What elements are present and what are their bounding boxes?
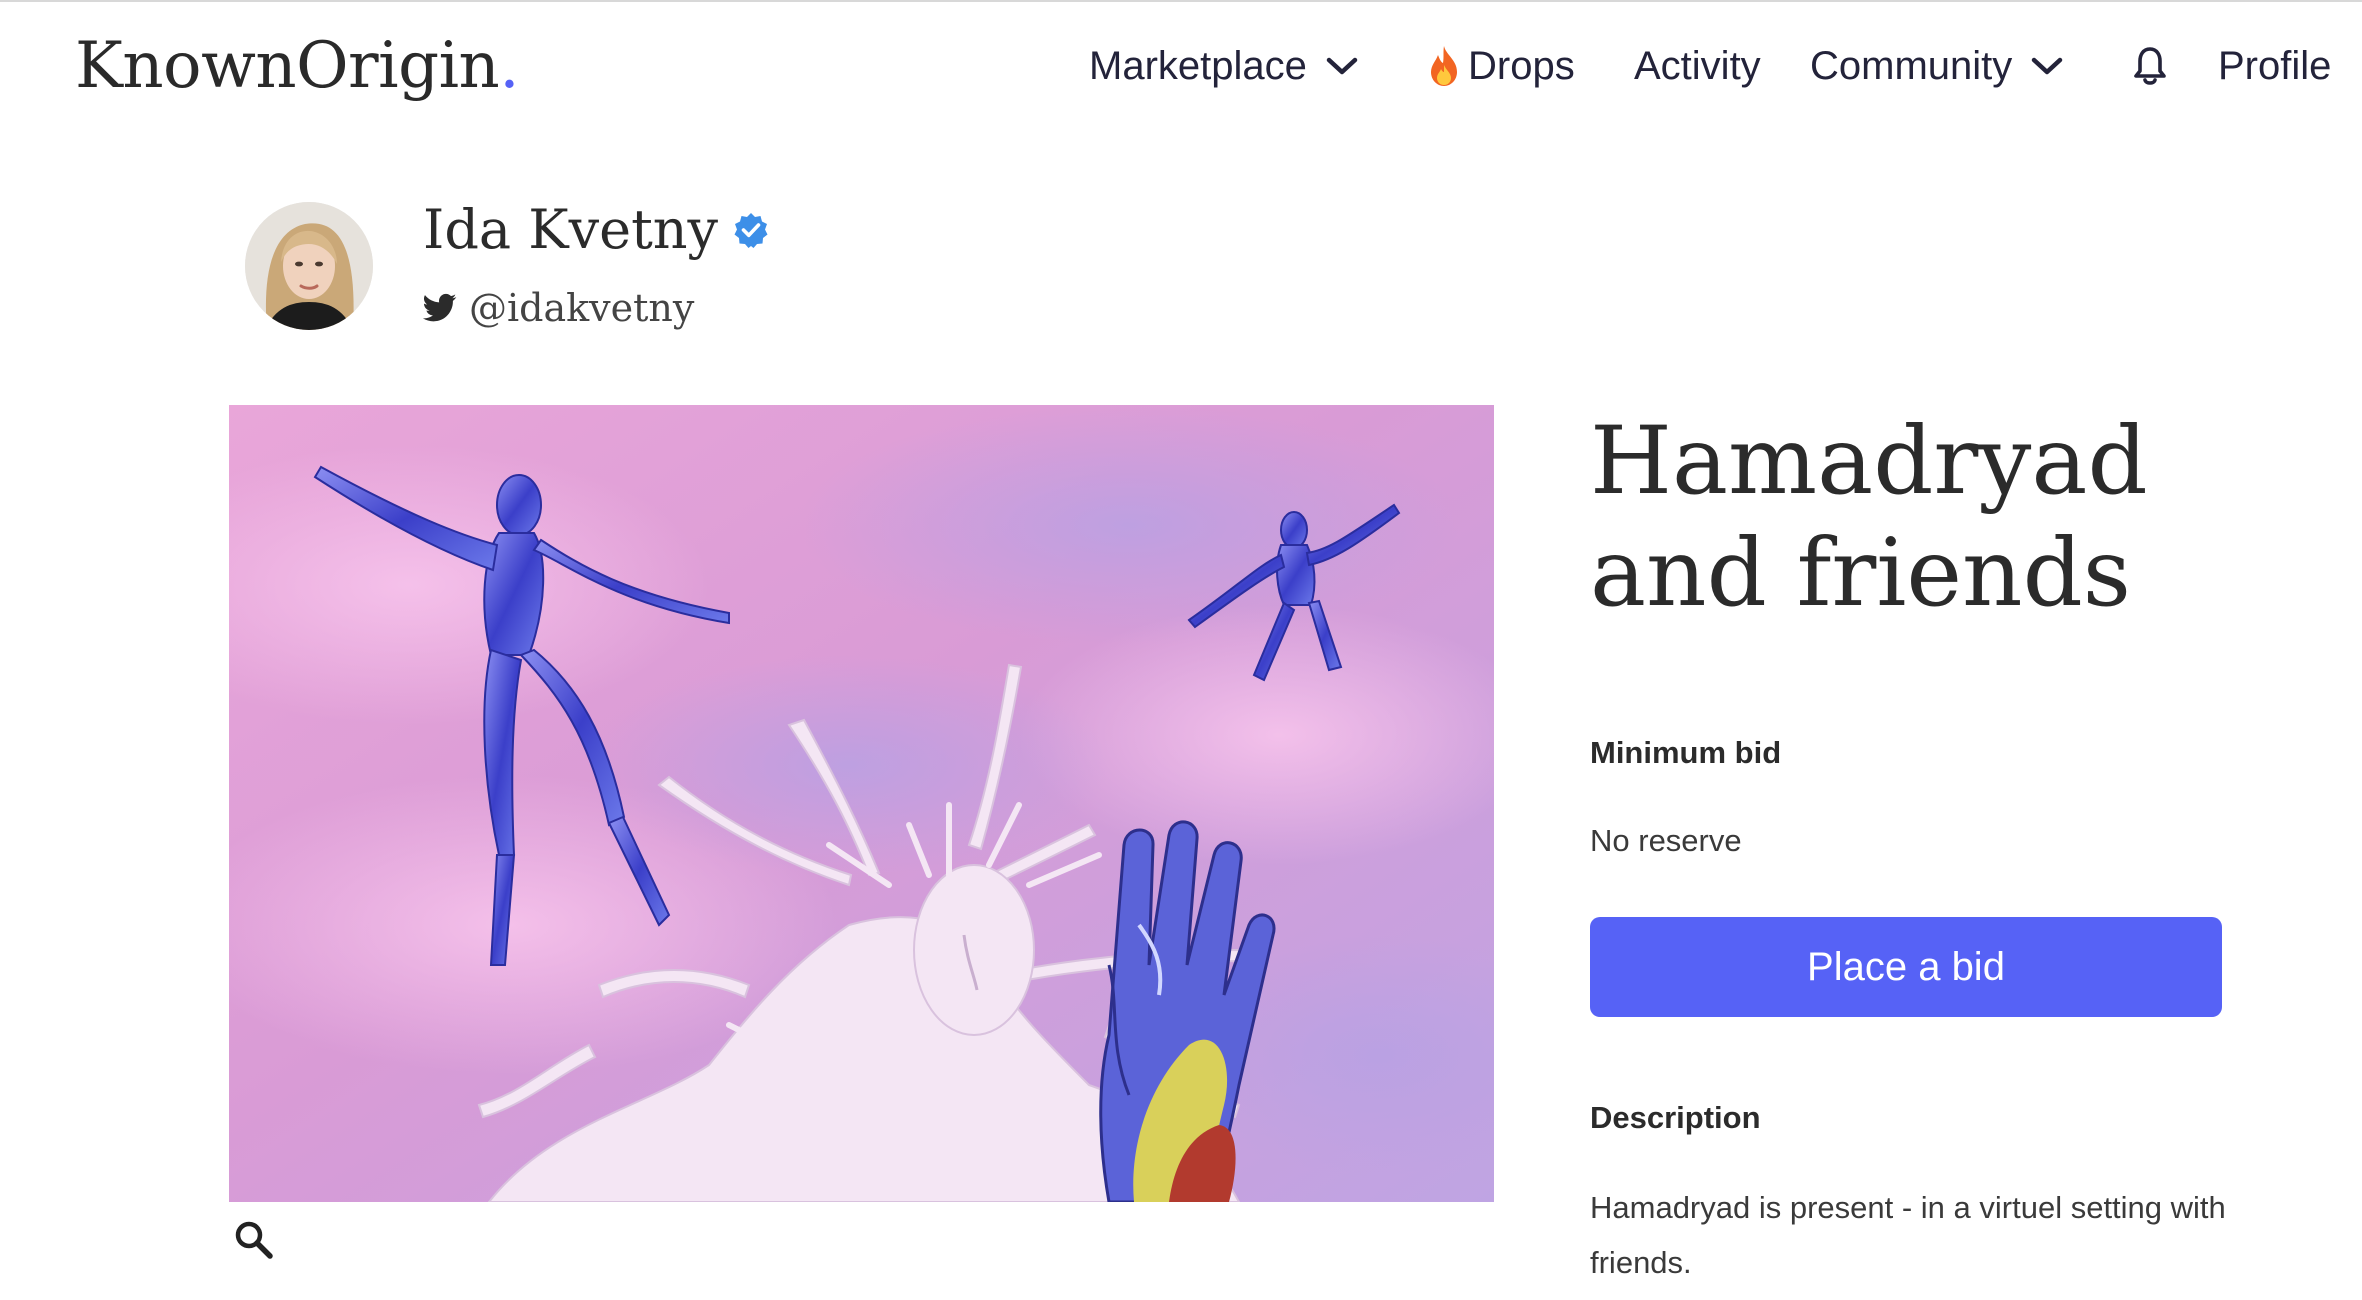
site-logo[interactable]: KnownOrigin.: [75, 22, 520, 110]
twitter-icon: [423, 293, 457, 323]
nav-community-label: Community: [1810, 43, 2013, 88]
nav-marketplace[interactable]: Marketplace: [1089, 44, 1359, 89]
place-bid-button[interactable]: Place a bid: [1590, 917, 2222, 1017]
nav-marketplace-label: Marketplace: [1089, 43, 1307, 88]
nav-profile[interactable]: Profile: [2218, 44, 2331, 89]
minimum-bid-label: Minimum bid: [1590, 735, 1782, 770]
fire-icon: [1428, 45, 1460, 87]
top-border: [0, 0, 2362, 2]
artwork-image[interactable]: [229, 405, 1494, 1202]
minimum-bid-value: No reserve: [1590, 823, 1742, 858]
bell-icon: [2133, 45, 2167, 87]
description-text: Hamadryad is present - in a virtuel sett…: [1590, 1190, 2226, 1280]
artwork-title: Hamadryad and friends: [1590, 406, 2290, 630]
artist-twitter-link[interactable]: @idakvetny: [423, 286, 694, 330]
search-icon[interactable]: [232, 1218, 276, 1262]
nav-activity-label: Activity: [1634, 43, 1761, 88]
logo-text: KnownOrigin: [75, 29, 500, 103]
notifications-button[interactable]: [2133, 45, 2167, 87]
nav-drops[interactable]: Drops: [1428, 44, 1575, 89]
artist-avatar[interactable]: [245, 202, 373, 330]
artwork-title-line-2: and friends: [1590, 519, 2132, 628]
logo-dot: .: [499, 29, 520, 103]
verified-badge-icon: [732, 211, 770, 249]
chevron-down-icon: [1325, 55, 1359, 77]
artist-name-text: Ida Kvetny: [423, 198, 719, 261]
artist-name[interactable]: Ida Kvetny: [423, 198, 770, 261]
nav-profile-label: Profile: [2218, 43, 2332, 88]
artwork-title-line-1: Hamadryad: [1590, 407, 2148, 516]
nav-drops-label: Drops: [1468, 43, 1575, 88]
description-label: Description: [1590, 1100, 1761, 1135]
nav-activity[interactable]: Activity: [1634, 44, 1761, 89]
chevron-down-icon: [2030, 55, 2064, 77]
artist-handle-text: @idakvetny: [469, 286, 695, 330]
nav-community[interactable]: Community: [1810, 44, 2064, 89]
